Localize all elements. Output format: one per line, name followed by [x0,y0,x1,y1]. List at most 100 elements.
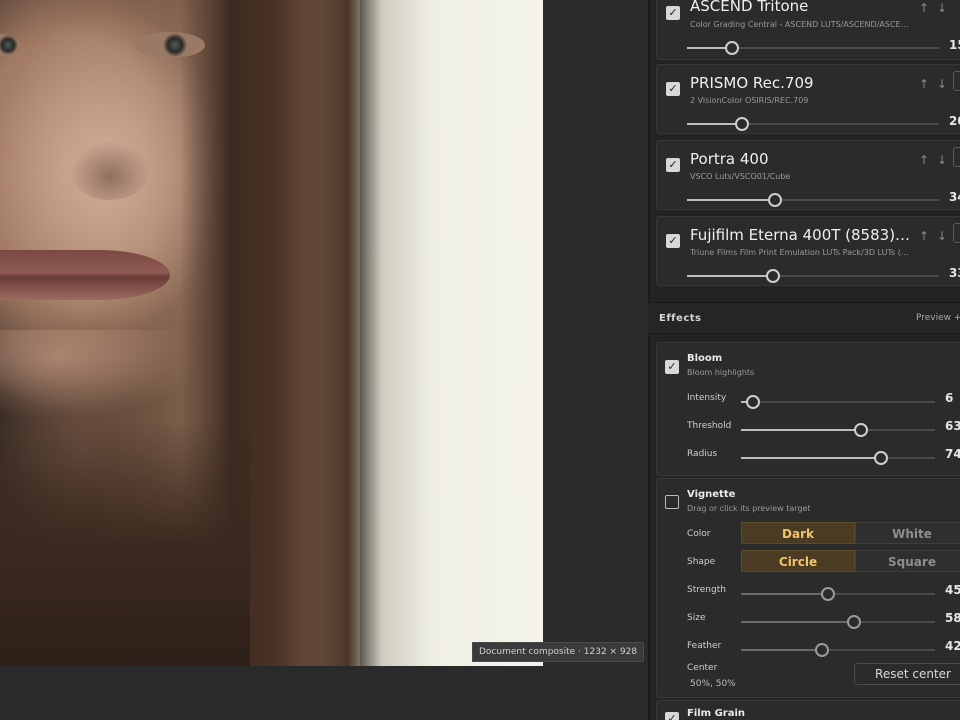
bloom-intensity-slider[interactable] [741,395,935,409]
lut-amount-slider[interactable] [687,193,939,207]
arrow-up-icon[interactable]: ↑ [919,153,929,167]
lut-options-button[interactable] [953,223,960,243]
slider-knob[interactable] [768,193,783,207]
lut-options-button[interactable] [953,71,960,91]
lut-card: ✓ Portra 400 VSCO Luts/VSCO01/Cube ↑ ↓ 3… [656,140,960,210]
panel-divider [648,0,650,720]
slider-track [741,401,935,403]
lut-card: ✓ PRISMO Rec.709 2 VisionColor OSIRIS/RE… [656,64,960,134]
slider-fill [741,649,823,651]
lut-name: Portra 400 [690,150,769,168]
lut-source: Triune Films Film Print Emulation LUTs P… [690,248,909,257]
lut-enable-checkbox[interactable]: ✓ [666,234,680,248]
vignette-title: Vignette [687,489,736,500]
arrow-down-icon[interactable]: ↓ [937,153,947,167]
lut-amount-slider[interactable] [687,41,939,55]
lut-source: VSCO Luts/VSCO01/Cube [690,172,791,181]
bloom-effect-card: ✓ Bloom Bloom highlights Intensity 6 Thr… [656,342,960,476]
vignette-feather-slider[interactable] [741,643,935,657]
lut-amount-value: 33 [949,266,960,280]
vignette-shape-toggle: Circle Square [741,550,960,572]
vignette-shape-square[interactable]: Square [855,550,960,572]
vignette-size-slider[interactable] [741,615,935,629]
slider-knob[interactable] [735,117,750,131]
film-grain-enable-checkbox[interactable]: ✓ [665,712,679,720]
bloom-intensity-label: Intensity [687,393,727,403]
vignette-color-toggle: Dark White [741,522,960,544]
film-grain-title: Film Grain [687,708,746,719]
slider-fill [687,123,743,125]
slider-fill [741,457,881,459]
slider-knob[interactable] [765,269,780,283]
slider-knob[interactable] [815,643,830,657]
arrow-up-icon[interactable]: ↑ [919,229,929,243]
effects-preview-toggle[interactable]: Preview + A [916,313,960,323]
check-icon: ✓ [668,82,678,95]
arrow-up-icon[interactable]: ↑ [919,1,929,15]
slider-knob[interactable] [725,41,740,55]
image-region [0,330,200,420]
bloom-enable-checkbox[interactable]: ✓ [665,360,679,374]
vignette-feather-label: Feather [687,641,722,651]
bloom-radius-slider[interactable] [741,451,935,465]
vignette-center-value: 50%, 50% [690,679,736,689]
bloom-title: Bloom [687,353,723,364]
lut-amount-value: 34 [949,190,960,204]
slider-fill [741,593,829,595]
vignette-shape-circle[interactable]: Circle [741,550,855,572]
arrow-up-icon[interactable]: ↑ [919,77,929,91]
vignette-strength-label: Strength [687,585,726,595]
lut-enable-checkbox[interactable]: ✓ [666,158,680,172]
vignette-strength-slider[interactable] [741,587,935,601]
vignette-size-value: 58 [945,611,960,625]
slider-knob[interactable] [821,587,836,601]
slider-knob[interactable] [854,423,869,437]
arrow-down-icon[interactable]: ↓ [937,1,947,15]
vignette-size-label: Size [687,613,706,623]
arrow-down-icon[interactable]: ↓ [937,77,947,91]
slider-fill [687,275,773,277]
lut-enable-checkbox[interactable]: ✓ [666,6,680,20]
reset-center-button[interactable]: Reset center [854,663,960,685]
check-icon: ✓ [668,6,678,19]
vignette-strength-value: 45 [945,583,960,597]
bloom-radius-label: Radius [687,449,718,459]
bloom-radius-value: 74 [945,447,960,461]
vignette-subtitle: Drag or click its preview target [687,504,811,513]
lut-amount-slider[interactable] [687,117,939,131]
lut-name: Fujifilm Eterna 400T (8583) O... [690,226,912,244]
arrow-down-icon[interactable]: ↓ [937,229,947,243]
slider-knob[interactable] [745,395,760,409]
image-region [135,32,205,58]
effects-section-header: Effects Preview + A [648,302,960,334]
image-region [0,250,170,300]
preview-image[interactable] [0,0,543,666]
adjustments-panel: ✓ ASCEND Tritone Color Grading Central -… [648,0,960,720]
slider-knob[interactable] [873,451,888,465]
film-grain-effect-card: ✓ Film Grain [656,700,960,720]
lut-options-button[interactable] [953,147,960,167]
check-icon: ✓ [667,712,677,720]
document-status: Document composite · 1232 × 928 [472,642,645,662]
slider-knob[interactable] [846,615,861,629]
lut-source: Color Grading Central - ASCEND LUTS/ASCE… [690,20,912,29]
lut-card: ✓ ASCEND Tritone Color Grading Central -… [656,0,960,60]
vignette-effect-card: Vignette Drag or click its preview targe… [656,478,960,698]
canvas-area[interactable]: Document composite · 1232 × 928 [0,0,648,720]
image-region [0,420,250,666]
bloom-intensity-value: 6 [945,391,954,405]
bloom-threshold-slider[interactable] [741,423,935,437]
bloom-threshold-label: Threshold [687,421,732,431]
vignette-color-white[interactable]: White [855,522,960,544]
slider-fill [741,621,854,623]
lut-source: 2 VisionColor OSIRIS/REC.709 [690,96,809,105]
lut-amount-value: 20 [949,114,960,128]
bloom-subtitle: Bloom highlights [687,368,755,377]
check-icon: ✓ [668,158,678,171]
vignette-enable-checkbox[interactable] [665,495,679,509]
check-icon: ✓ [668,234,678,247]
vignette-shape-label: Shape [687,557,716,567]
lut-enable-checkbox[interactable]: ✓ [666,82,680,96]
vignette-color-dark[interactable]: Dark [741,522,855,544]
lut-amount-slider[interactable] [687,269,939,283]
